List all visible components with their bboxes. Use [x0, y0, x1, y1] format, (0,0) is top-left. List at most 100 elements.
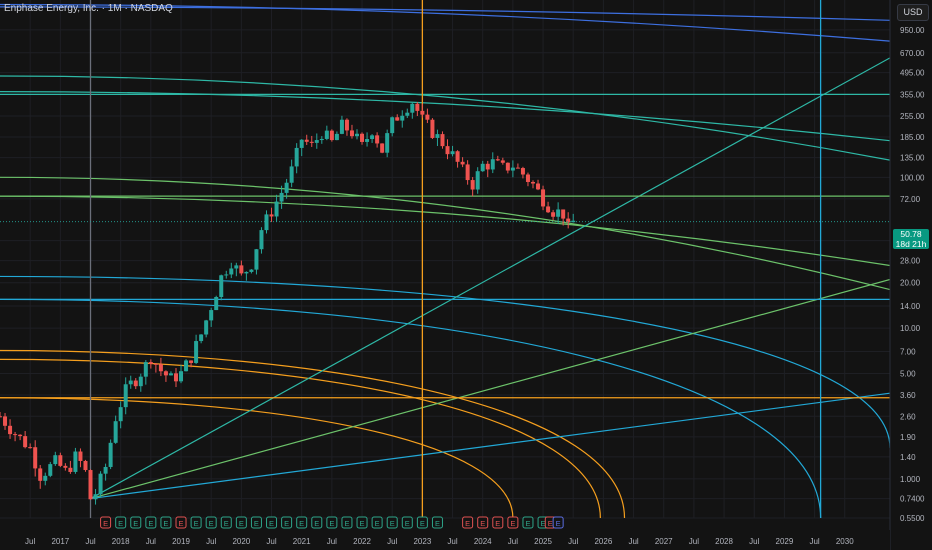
price-axis-tick: 7.00 [900, 347, 916, 356]
earnings-marker-label: E [299, 519, 304, 528]
candle-body [561, 209, 566, 219]
time-axis-tick: Jul [146, 537, 156, 546]
time-axis-tick: 2028 [715, 537, 733, 546]
candle-body [385, 133, 390, 153]
candle-body [344, 119, 349, 131]
earnings-marker-label: E [133, 519, 138, 528]
earnings-marker-label: E [284, 519, 289, 528]
candle-body [118, 407, 123, 422]
header-separator: · [101, 3, 105, 14]
candle-body [158, 364, 163, 372]
candle-body [214, 297, 219, 311]
time-axis-tick: 2020 [232, 537, 250, 546]
candle-body [445, 146, 450, 155]
chart-header: Enphase Energy, Inc. · 1M · NASDAQ [4, 3, 173, 14]
time-axis-tick: 2029 [776, 537, 794, 546]
price-axis-tick: 10.00 [900, 324, 921, 333]
interval-label[interactable]: 1M [108, 3, 122, 14]
earnings-marker-label: E [224, 519, 229, 528]
earnings-marker-label: E [375, 519, 380, 528]
candle-body [349, 130, 354, 137]
candle-body [38, 468, 43, 481]
earnings-marker-label: E [420, 519, 425, 528]
header-separator: · [124, 3, 128, 14]
candle-body [98, 473, 103, 495]
candle-body [566, 218, 571, 223]
bar-countdown: 18d 21h [895, 239, 927, 249]
candle-body [319, 138, 324, 141]
time-axis-tick: Jul [387, 537, 397, 546]
candle-body [3, 416, 8, 426]
candle-body [133, 380, 138, 387]
candle-body [465, 164, 470, 181]
candle-body [304, 139, 309, 142]
price-axis-tick: 20.00 [900, 279, 921, 288]
candle-body [204, 320, 209, 335]
time-axis-tick: Jul [628, 537, 638, 546]
candle-body [249, 269, 254, 272]
candle-body [269, 214, 274, 217]
time-axis-tick: Jul [568, 537, 578, 546]
price-axis-tick: 355.00 [900, 90, 925, 99]
price-axis-tick: 1.90 [900, 433, 916, 442]
price-axis-tick: 72.00 [900, 195, 921, 204]
candle-body [390, 117, 395, 134]
currency-button[interactable]: USD [897, 4, 929, 21]
price-axis-tick: 255.00 [900, 112, 925, 121]
time-axis-tick: 2018 [112, 537, 130, 546]
candle-body [184, 360, 189, 372]
price-axis-tick: 135.00 [900, 154, 925, 163]
candle-body [239, 265, 244, 274]
earnings-marker-label: E [194, 519, 199, 528]
candle-body [425, 114, 430, 120]
candle-body [63, 465, 68, 468]
candle-body [123, 384, 128, 408]
symbol-name[interactable]: Enphase Energy, Inc. [4, 3, 99, 14]
time-axis-tick: 2021 [293, 537, 311, 546]
candle-body [254, 249, 259, 270]
gann-arc [0, 75, 891, 161]
candle-body [299, 139, 304, 148]
candle-body [163, 371, 168, 376]
candle-body [294, 147, 299, 167]
candle-body [73, 451, 78, 472]
candle-body [339, 119, 344, 134]
candle-body [440, 134, 445, 147]
candle-body [274, 201, 279, 217]
price-axis-tick: 2.60 [900, 412, 916, 421]
time-axis-tick: Jul [25, 537, 35, 546]
candle-body [219, 275, 224, 298]
candle-body [505, 162, 510, 171]
candle-body [324, 130, 329, 139]
earnings-marker-label: E [360, 519, 365, 528]
price-axis-tick: 1.000 [900, 475, 921, 484]
time-axis-tick: Jul [809, 537, 819, 546]
candle-body [455, 151, 460, 162]
time-axis-tick: 2022 [353, 537, 371, 546]
candle-body [420, 110, 425, 115]
earnings-marker-label: E [179, 519, 184, 528]
time-axis-tick: Jul [85, 537, 95, 546]
earnings-marker-label: E [103, 519, 108, 528]
candle-body [375, 135, 380, 144]
candle-body [58, 455, 63, 466]
price-axis-bg [890, 0, 932, 550]
earnings-marker-label: E [390, 519, 395, 528]
candle-body [365, 139, 370, 142]
candle-body [500, 160, 505, 163]
gann-arc [0, 349, 626, 519]
time-axis-tick: 2024 [474, 537, 492, 546]
candle-body [410, 103, 415, 113]
candle-body [83, 460, 88, 471]
price-axis-tick: 3.60 [900, 391, 916, 400]
candle-body [224, 274, 229, 276]
earnings-marker-label: E [269, 519, 274, 528]
time-axis-tick: Jul [206, 537, 216, 546]
candle-body [395, 117, 400, 121]
price-chart[interactable]: E E E E E E E E E E E E E E E E E E E E E E E E E E E E E E E950.00670… [0, 0, 932, 550]
gann-arc [0, 176, 891, 291]
fan-line [90, 57, 891, 500]
price-axis-tick: 1.40 [900, 453, 916, 462]
candle-body [194, 341, 199, 363]
candle-body [329, 130, 334, 141]
